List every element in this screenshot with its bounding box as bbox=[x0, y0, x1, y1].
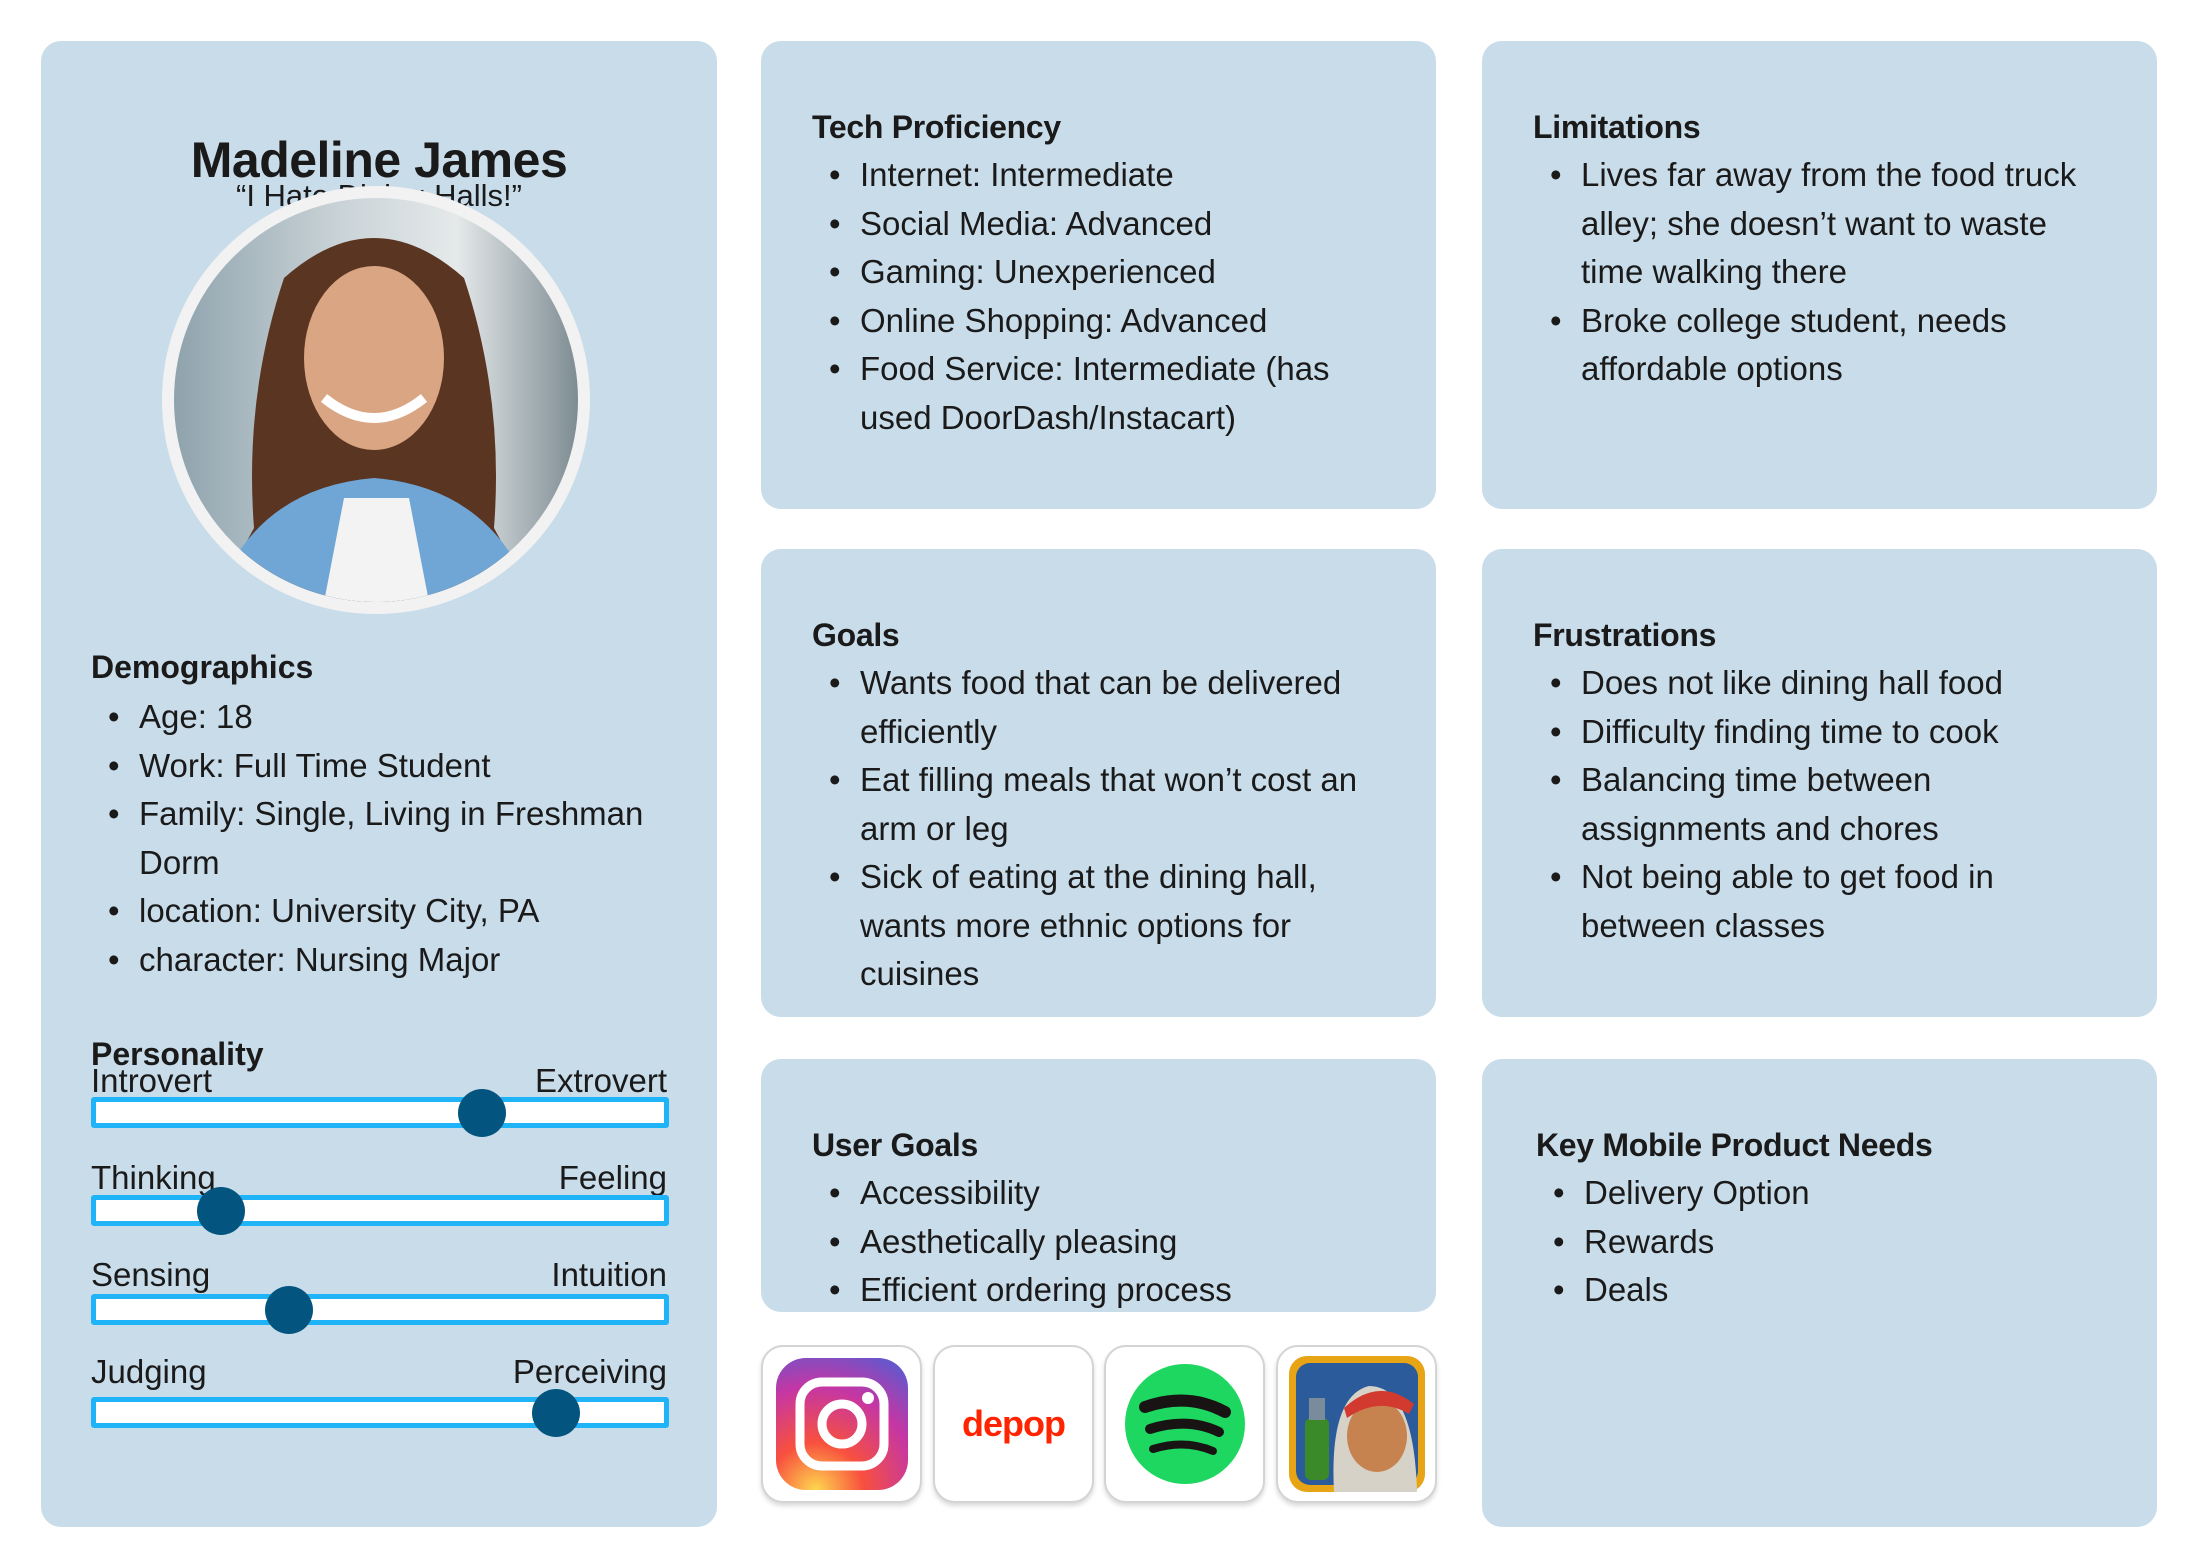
scale-right-label: Perceiving bbox=[512, 1353, 667, 1390]
demographic-item: character: Nursing Major bbox=[91, 936, 691, 985]
user-goal-item: Accessibility bbox=[812, 1169, 1396, 1218]
personality-slider[interactable] bbox=[91, 1285, 669, 1334]
personality-slider[interactable] bbox=[91, 1186, 669, 1235]
frustration-item: Not being able to get food in between cl… bbox=[1533, 853, 2117, 950]
personality-slider[interactable] bbox=[91, 1388, 669, 1437]
slider-knob[interactable] bbox=[532, 1388, 581, 1437]
subway-surfers-app-icon bbox=[1276, 1345, 1437, 1503]
goal-item: Eat filling meals that won’t cost an arm… bbox=[812, 756, 1396, 853]
goal-item: Sick of eating at the dining hall, wants… bbox=[812, 853, 1396, 999]
scale-right-label: Feeling bbox=[558, 1159, 667, 1196]
demographic-item: location: University City, PA bbox=[91, 887, 691, 936]
spotify-app-icon bbox=[1104, 1345, 1265, 1503]
key-needs-card: Key Mobile Product Needs Delivery Option… bbox=[1482, 1059, 2157, 1527]
personality-slider[interactable] bbox=[91, 1088, 669, 1137]
scale-left-label: Judging bbox=[91, 1353, 207, 1390]
persona-photo bbox=[162, 186, 590, 614]
demographic-item: Work: Full Time Student bbox=[91, 742, 691, 791]
tech-proficiency-card: Tech Proficiency Internet: Intermediate … bbox=[761, 41, 1436, 509]
frustrations-card: Frustrations Does not like dining hall f… bbox=[1482, 549, 2157, 1017]
scale-left-label: Sensing bbox=[91, 1256, 211, 1293]
key-needs-heading: Key Mobile Product Needs bbox=[1536, 1127, 1933, 1163]
demographic-item: Age: 18 bbox=[91, 693, 691, 742]
persona-panel: Madeline James “I Hate Dining Halls!” De… bbox=[41, 41, 717, 1527]
limitation-item: Lives far away from the food truck alley… bbox=[1533, 151, 2117, 297]
tech-heading: Tech Proficiency bbox=[812, 109, 1061, 145]
frustrations-heading: Frustrations bbox=[1533, 617, 1717, 653]
limitations-card: Limitations Lives far away from the food… bbox=[1482, 41, 2157, 509]
demographic-item: Family: Single, Living in Freshman Dorm bbox=[91, 790, 691, 887]
tech-item: Social Media: Advanced bbox=[812, 200, 1396, 249]
demographics-heading: Demographics bbox=[91, 649, 314, 685]
demographics-section: Demographics Age: 18 Work: Full Time Stu… bbox=[91, 643, 691, 984]
frustration-item: Difficulty finding time to cook bbox=[1533, 708, 2117, 757]
scale-right-label: Intuition bbox=[551, 1256, 667, 1293]
tech-item: Gaming: Unexperienced bbox=[812, 248, 1396, 297]
frustration-item: Balancing time between assignments and c… bbox=[1533, 756, 2117, 853]
goals-card: Goals Wants food that can be delivered e… bbox=[761, 549, 1436, 1017]
frustration-item: Does not like dining hall food bbox=[1533, 659, 2117, 708]
user-goals-heading: User Goals bbox=[812, 1127, 978, 1163]
scale-right-label: Extrovert bbox=[534, 1062, 667, 1099]
tech-item: Internet: Intermediate bbox=[812, 151, 1396, 200]
need-item: Rewards bbox=[1536, 1218, 2117, 1267]
slider-knob[interactable] bbox=[458, 1088, 507, 1137]
need-item: Deals bbox=[1536, 1266, 2117, 1315]
limitation-item: Broke college student, needs affordable … bbox=[1533, 297, 2117, 394]
need-item: Delivery Option bbox=[1536, 1169, 2117, 1218]
slider-knob[interactable] bbox=[196, 1186, 245, 1235]
goal-item: Wants food that can be delivered efficie… bbox=[812, 659, 1396, 756]
depop-app-icon: depop bbox=[933, 1345, 1094, 1503]
limitations-heading: Limitations bbox=[1533, 109, 1701, 145]
scale-left-label: Thinking bbox=[91, 1159, 216, 1196]
tech-item: Food Service: Intermediate (has used Doo… bbox=[812, 345, 1396, 442]
instagram-app-icon bbox=[761, 1345, 922, 1503]
slider-knob[interactable] bbox=[265, 1285, 314, 1334]
user-goal-item: Efficient ordering process bbox=[812, 1266, 1396, 1315]
tech-item: Online Shopping: Advanced bbox=[812, 297, 1396, 346]
user-goal-item: Aesthetically pleasing bbox=[812, 1218, 1396, 1267]
depop-logo: depop bbox=[962, 1403, 1066, 1444]
scale-left-label: Introvert bbox=[91, 1062, 213, 1099]
user-goals-card: User Goals Accessibility Aesthetically p… bbox=[761, 1059, 1436, 1315]
goals-heading: Goals bbox=[812, 617, 900, 653]
